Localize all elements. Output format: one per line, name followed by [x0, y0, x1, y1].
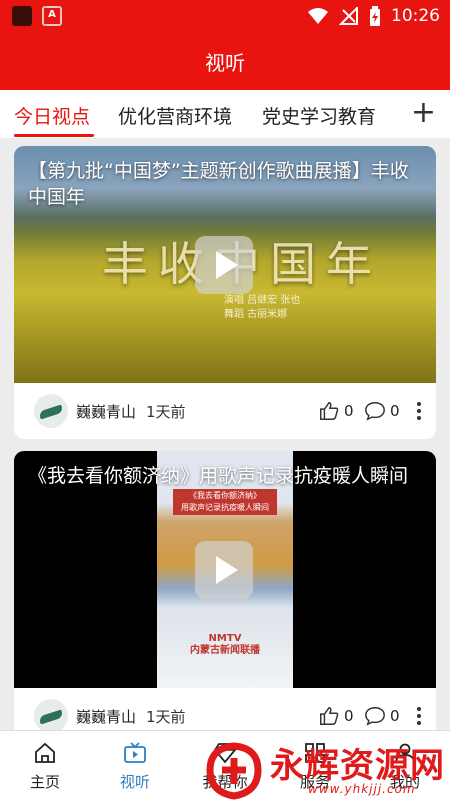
- notification-app-icon: [12, 6, 32, 26]
- status-icons: 10:26: [307, 4, 440, 28]
- watermark-url: www.yhkjjj.com: [308, 782, 416, 796]
- like-count: 0: [344, 707, 354, 725]
- thumbnail-caption: 《我去看你额济纳》 用歌声记录抗疫暖人瞬间: [173, 489, 277, 515]
- watermark-logo-icon: [206, 742, 262, 800]
- credit-line: 舞蹈 古丽米娜: [224, 309, 288, 320]
- video-card[interactable]: 《我去看你额济纳》 用歌声记录抗疫暖人瞬间 NMTV 内蒙古新闻联播 《我去看你…: [14, 451, 436, 741]
- comment-icon[interactable]: [364, 400, 386, 422]
- post-time: 1天前: [146, 707, 186, 726]
- category-tabs: 今日视点 优化营商环境 党史学习教育 +: [0, 90, 450, 138]
- post-time: 1天前: [146, 402, 186, 421]
- author-name[interactable]: 巍巍青山: [76, 706, 136, 727]
- tv-icon: [124, 742, 146, 763]
- author-name[interactable]: 巍巍青山: [76, 401, 136, 422]
- status-bar: A 10:26: [0, 0, 450, 32]
- avatar[interactable]: [34, 699, 68, 733]
- comment-count: 0: [390, 402, 400, 420]
- video-thumbnail[interactable]: 丰收中国年 演唱 吕继宏 张也 舞蹈 古丽米娜 【第九批“中国梦”主题新创作歌曲…: [14, 146, 436, 383]
- video-thumbnail[interactable]: 《我去看你额济纳》 用歌声记录抗疫暖人瞬间 NMTV 内蒙古新闻联播 《我去看你…: [14, 451, 436, 688]
- nav-home[interactable]: 主页: [0, 731, 90, 800]
- battery-icon: [370, 6, 380, 26]
- caption-line: 《我去看你额济纳》: [189, 491, 261, 500]
- notification-badge-icon: A: [42, 6, 62, 26]
- video-meta: 巍巍青山 1天前 0 0: [14, 383, 436, 439]
- more-options-icon[interactable]: [416, 705, 422, 727]
- nav-label: 视听: [119, 773, 150, 791]
- video-card[interactable]: 丰收中国年 演唱 吕继宏 张也 舞蹈 古丽米娜 【第九批“中国梦”主题新创作歌曲…: [14, 146, 436, 439]
- video-title[interactable]: 【第九批“中国梦”主题新创作歌曲展播】丰收中国年: [28, 158, 426, 210]
- video-title[interactable]: 《我去看你额济纳》用歌声记录抗疫暖人瞬间: [28, 463, 426, 489]
- thumbs-up-icon[interactable]: [318, 705, 340, 727]
- credit-line: 演唱 吕继宏 张也: [224, 295, 301, 306]
- play-icon[interactable]: [195, 236, 253, 294]
- comment-icon[interactable]: [364, 705, 386, 727]
- like-count: 0: [344, 402, 354, 420]
- no-signal-icon: [339, 7, 358, 25]
- avatar[interactable]: [34, 394, 68, 428]
- caption-line: 用歌声记录抗疫暖人瞬间: [181, 503, 269, 512]
- tab-party-history[interactable]: 党史学习教育: [262, 102, 376, 129]
- active-tab-indicator: [14, 134, 94, 137]
- thumbnail-credits: 演唱 吕继宏 张也 舞蹈 古丽米娜: [224, 294, 300, 322]
- tab-today-viewpoint[interactable]: 今日视点: [14, 102, 90, 129]
- app-bar: 视听: [0, 32, 450, 90]
- nav-label: 主页: [29, 773, 60, 791]
- play-icon[interactable]: [195, 541, 253, 599]
- tab-business-environment[interactable]: 优化营商环境: [118, 102, 232, 129]
- comment-count: 0: [390, 707, 400, 725]
- more-options-icon[interactable]: [416, 400, 422, 422]
- add-tab-button[interactable]: +: [411, 96, 436, 130]
- watermark-text: 永辉资源网: [270, 746, 445, 786]
- home-icon: [35, 742, 55, 763]
- watermark: 永辉资源网 www.yhkjjj.com: [200, 738, 450, 800]
- broadcaster-logo: NMTV 内蒙古新闻联播: [187, 633, 263, 657]
- page-title: 视听: [205, 50, 245, 75]
- nav-audiovisual[interactable]: 视听: [90, 731, 180, 800]
- logo-line: 内蒙古新闻联播: [190, 645, 260, 656]
- wifi-icon: [308, 8, 328, 24]
- clock: 10:26: [391, 6, 440, 26]
- thumbs-up-icon[interactable]: [318, 400, 340, 422]
- logo-line: NMTV: [208, 633, 242, 644]
